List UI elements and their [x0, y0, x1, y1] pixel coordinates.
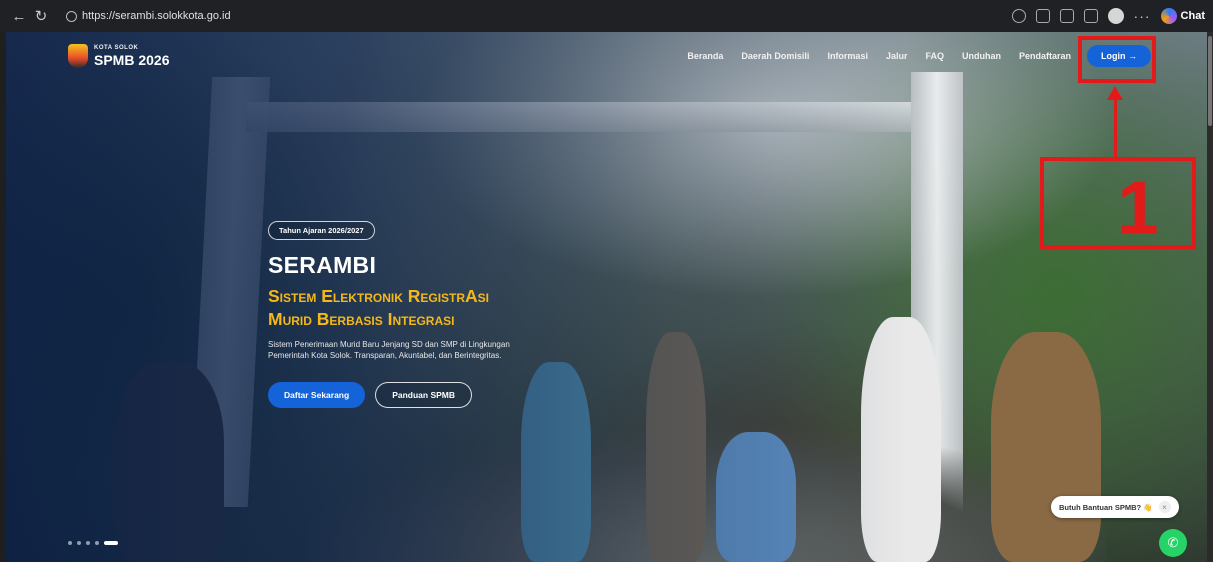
- brand-logo-link[interactable]: KOTA SOLOK SPMB 2026: [68, 44, 169, 68]
- scrollbar-thumb[interactable]: [1208, 36, 1212, 126]
- carousel-dot[interactable]: [77, 541, 81, 545]
- annotation-arrow-line: [1114, 98, 1117, 158]
- brand-title: SPMB 2026: [94, 52, 170, 68]
- back-icon[interactable]: ←: [8, 5, 30, 27]
- menu-item-pendaftaran[interactable]: Pendaftaran: [1019, 51, 1071, 61]
- whatsapp-button[interactable]: ✆: [1159, 529, 1187, 557]
- brand-subtitle: KOTA SOLOK: [94, 45, 139, 51]
- menu-item-jalur[interactable]: Jalur: [886, 51, 908, 61]
- carousel-dot-active[interactable]: [104, 541, 118, 545]
- spmb-guide-button[interactable]: Panduan SPMB: [375, 381, 473, 408]
- chat-button[interactable]: Chat: [1160, 8, 1205, 24]
- profile-avatar[interactable]: [1107, 8, 1124, 24]
- menu-item-daerah-domisili[interactable]: Daerah Domisili: [741, 51, 809, 61]
- help-bubble-text: Butuh Bantuan SPMB? 👋: [1059, 502, 1153, 512]
- hero-actions: Daftar Sekarang Panduan SPMB: [268, 381, 568, 408]
- favorites-bar-icon[interactable]: [1083, 9, 1098, 23]
- menu-item-faq[interactable]: FAQ: [925, 51, 944, 61]
- url-text: https://serambi.solokkota.go.id: [82, 10, 231, 22]
- annotation-step-box: 1: [1040, 157, 1196, 249]
- help-chat-bubble[interactable]: Butuh Bantuan SPMB? 👋 ×: [1051, 496, 1179, 518]
- hero-subtitle-line-1: Sistem Elektronik RegistrAsi: [268, 286, 490, 306]
- annotation-highlight-login: [1078, 36, 1156, 83]
- hero-gradient-overlay: [6, 32, 1207, 562]
- hero-subtitle: Sistem Elektronik RegistrAsi Murid Berba…: [268, 285, 568, 331]
- hero-content: Tahun Ajaran 2026/2027 SERAMBI Sistem El…: [268, 220, 568, 408]
- hero-viewport: KOTA SOLOK SPMB 2026 Beranda Daerah Domi…: [6, 32, 1207, 562]
- hero-subtitle-line-2: Murid Berbasis Integrasi: [268, 308, 455, 329]
- menu-item-beranda[interactable]: Beranda: [687, 51, 723, 61]
- whatsapp-icon: ✆: [1167, 535, 1179, 550]
- favorite-icon[interactable]: [1059, 9, 1074, 23]
- carousel-dot[interactable]: [86, 541, 90, 545]
- carousel-dot[interactable]: [68, 541, 72, 545]
- main-menu: Beranda Daerah Domisili Informasi Jalur …: [687, 51, 1071, 61]
- register-now-button[interactable]: Daftar Sekarang: [268, 381, 366, 408]
- hero-title: SERAMBI: [268, 252, 377, 278]
- copilot-icon: [1160, 8, 1177, 24]
- site-header: KOTA SOLOK SPMB 2026 Beranda Daerah Domi…: [6, 32, 1207, 80]
- carousel-indicators: [68, 541, 118, 545]
- academic-year-badge: Tahun Ajaran 2026/2027: [268, 221, 375, 240]
- kota-solok-logo-icon: [68, 44, 88, 68]
- browser-toolbar: ← ↻ https://serambi.solokkota.go.id ··· …: [0, 0, 1213, 32]
- hero-description: Sistem Penerimaan Murid Baru Jenjang SD …: [268, 339, 510, 361]
- menu-item-informasi[interactable]: Informasi: [827, 51, 868, 61]
- zoom-icon[interactable]: [1011, 9, 1026, 23]
- reload-icon[interactable]: ↻: [30, 5, 52, 27]
- more-icon[interactable]: ···: [1134, 8, 1151, 24]
- reader-icon[interactable]: [1035, 9, 1050, 23]
- annotation-step-number: 1: [1117, 166, 1159, 249]
- address-bar[interactable]: https://serambi.solokkota.go.id: [58, 6, 239, 26]
- site-info-icon[interactable]: [66, 10, 77, 22]
- carousel-dot[interactable]: [95, 541, 99, 545]
- menu-item-unduhan[interactable]: Unduhan: [962, 51, 1001, 61]
- close-icon[interactable]: ×: [1158, 501, 1171, 513]
